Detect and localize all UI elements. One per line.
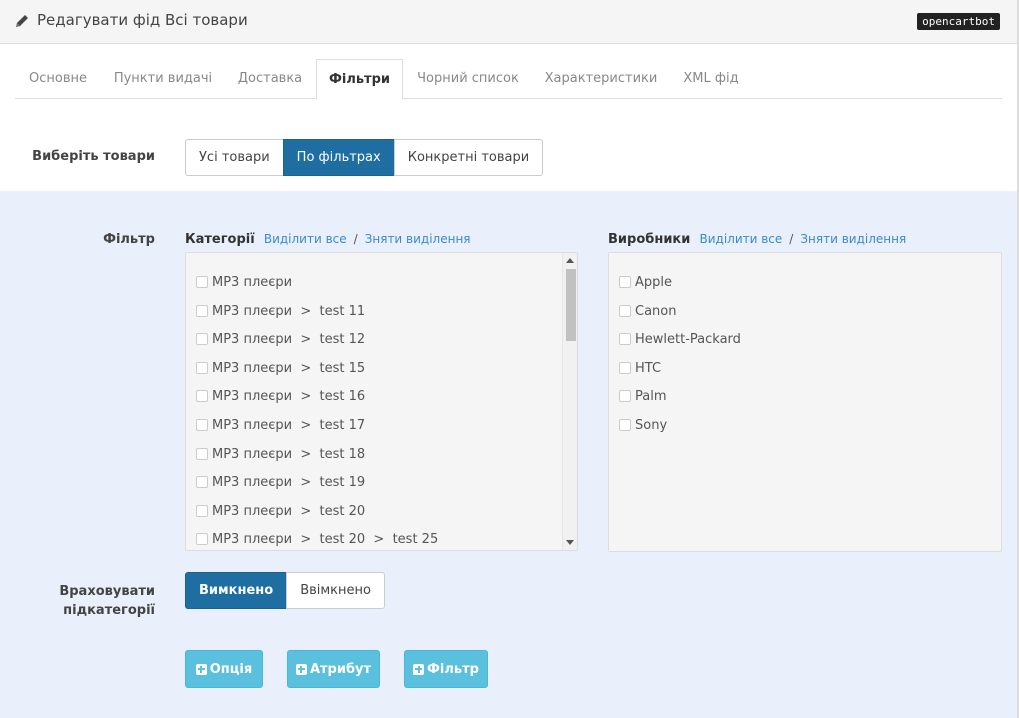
categories-title: Категорії [185,232,255,247]
add-attribute-button[interactable]: Атрибут [287,650,380,688]
category-item: MP3 плеєри > test 19 [196,472,365,492]
category-item: MP3 плеєри > test 16 [196,386,365,406]
category-item: MP3 плеєри > test 15 [196,358,365,378]
tab-bar: Основне Пункти видачі Доставка Фільтри Ч… [15,59,1002,100]
categories-scrollbar[interactable] [562,253,577,550]
tab-characteristics[interactable]: Характеристики [535,59,667,99]
manufacturer-checkbox[interactable] [619,276,631,288]
manufacturer-item: Apple [619,272,672,292]
manufacturer-checkbox[interactable] [619,419,631,431]
pencil-icon [16,15,28,27]
manufacturer-checkbox[interactable] [619,362,631,374]
manufacturer-checkbox[interactable] [619,333,631,345]
categories-separator: / [353,232,358,246]
plus-square-icon [195,663,207,675]
manufacturer-item-label: Hewlett-Packard [635,331,741,347]
category-checkbox[interactable] [196,390,208,402]
manufacturer-checkbox[interactable] [619,305,631,317]
subcategories-toggle: Вимкнено Ввімкнено [185,572,385,609]
brand-badge: opencartbot [917,13,1000,30]
category-item: MP3 плеєри > test 20 > test 25 [196,529,438,549]
tab-main[interactable]: Основне [15,59,101,99]
category-item-label: MP3 плеєри > test 15 [212,360,366,376]
select-products-label: Виберіть товари [32,149,155,164]
categories-deselect-link[interactable]: Зняти виділення [365,232,471,246]
all-products-button[interactable]: Усі товари [185,139,284,176]
subcategories-label-line2: підкатегорії [63,603,155,618]
manufacturers-deselect-link[interactable]: Зняти виділення [800,232,906,246]
category-item-label: MP3 плеєри > test 20 [212,503,366,519]
by-filters-button[interactable]: По фільтрах [282,139,395,176]
add-attribute-label: Атрибут [309,661,372,677]
tab-xml-feed[interactable]: XML фід [671,59,751,99]
category-item: MP3 плеєри > test 12 [196,329,365,349]
category-item-label: MP3 плеєри [212,274,293,290]
categories-select-all-link[interactable]: Виділити все [264,232,347,246]
category-item: MP3 плеєри > test 18 [196,444,365,464]
manufacturer-item-label: Canon [635,303,677,319]
manufacturer-item: Canon [619,301,676,321]
categories-list[interactable]: MP3 плеєри MP3 плеєри > test 11 MP3 плеє… [185,252,578,551]
category-checkbox[interactable] [196,476,208,488]
category-checkbox[interactable] [196,276,208,288]
category-checkbox[interactable] [196,333,208,345]
scroll-down-icon[interactable] [566,540,574,545]
category-item: MP3 плеєри > test 20 [196,501,365,521]
panel-heading: Редагувати фід Всі товари opencartbot [0,0,1017,44]
category-item-label: MP3 плеєри > test 12 [212,331,366,347]
category-checkbox[interactable] [196,533,208,545]
add-option-label: Опція [209,661,253,677]
plus-square-icon [413,663,425,675]
manufacturer-item-label: Palm [635,388,667,404]
manufacturer-item: Palm [619,386,667,406]
plus-square-icon [295,663,307,675]
manufacturer-checkbox[interactable] [619,390,631,402]
category-item-label: MP3 плеєри > test 16 [212,388,366,404]
subcategories-label: Враховувати підкатегорії [20,582,155,620]
tab-filters[interactable]: Фільтри [316,59,403,100]
manufacturer-item-label: Sony [635,417,668,433]
add-filter-label: Фільтр [427,661,479,677]
select-products-group: Усі товари По фільтрах Конкретні товари [185,139,544,176]
category-item-label: MP3 плеєри > test 20 > test 25 [212,531,439,547]
tab-blacklist[interactable]: Чорний список [405,59,531,99]
filter-label: Фільтр [103,232,155,247]
tab-pickup-points[interactable]: Пункти видачі [103,59,223,99]
manufacturer-item: HTC [619,358,661,378]
manufacturers-header: Виробники Виділити все / Зняти виділення [608,232,906,247]
category-item-label: MP3 плеєри > test 17 [212,417,366,433]
manufacturer-item-label: HTC [635,360,662,376]
scroll-up-icon[interactable] [566,258,574,263]
category-item-label: MP3 плеєри > test 19 [212,474,366,490]
manufacturer-item: Hewlett-Packard [619,329,741,349]
specific-products-button[interactable]: Конкретні товари [393,139,544,176]
category-checkbox[interactable] [196,419,208,431]
tab-delivery[interactable]: Доставка [225,59,315,99]
subcategories-off-button[interactable]: Вимкнено [185,572,288,609]
subcategories-on-button[interactable]: Ввімкнено [286,572,385,609]
category-checkbox[interactable] [196,362,208,374]
manufacturers-select-all-link[interactable]: Виділити все [700,232,783,246]
category-checkbox[interactable] [196,448,208,460]
category-item: MP3 плеєри > test 11 [196,301,365,321]
category-item-label: MP3 плеєри > test 18 [212,446,366,462]
scroll-thumb[interactable] [566,269,576,341]
manufacturers-title: Виробники [608,232,691,247]
page-title: Редагувати фід Всі товари [37,11,248,29]
category-item: MP3 плеєри [196,272,292,292]
subcategories-label-line1: Враховувати [59,584,155,599]
manufacturers-separator: / [789,232,794,246]
category-checkbox[interactable] [196,505,208,517]
category-item-label: MP3 плеєри > test 11 [212,303,366,319]
category-checkbox[interactable] [196,305,208,317]
add-option-button[interactable]: Опція [185,650,263,688]
manufacturer-item-label: Apple [635,274,673,290]
manufacturers-list[interactable]: Apple Canon Hewlett-Packard HTC Palm Son… [608,252,1002,552]
manufacturer-item: Sony [619,415,667,435]
categories-header: Категорії Виділити все / Зняти виділення [185,232,471,247]
add-filter-button[interactable]: Фільтр [404,650,488,688]
category-item: MP3 плеєри > test 17 [196,415,365,435]
